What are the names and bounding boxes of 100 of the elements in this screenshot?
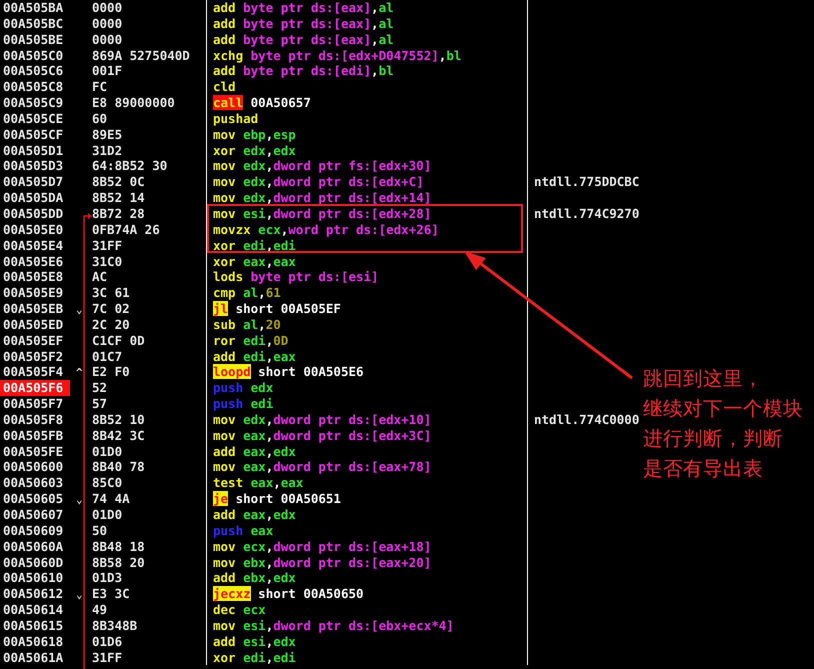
address-cell-text: 00A5060A [2, 538, 64, 555]
address-cell-text: 00A505C8 [2, 79, 64, 96]
hex-cell: 8B40 78 [92, 459, 145, 474]
hex-cell: 64:8B52 30 [92, 158, 168, 174]
instruction-cell: mov ebp,esp [213, 126, 296, 142]
instruction-cell: dec ecx [213, 602, 266, 618]
comment-cell: ntdll.775DDCBC [534, 174, 640, 190]
hex-cell: 8B348B [92, 618, 138, 633]
hex-cell: 01C7 [92, 348, 122, 364]
hex-cell: 7C 02 [92, 301, 130, 316]
hex-cell: 0000 [92, 16, 122, 31]
instruction-cell: mov edx,dword ptr ds:[edx+10] [213, 412, 432, 427]
instruction-cell: mov edx,dword ptr ds:[edx+C] [213, 174, 424, 190]
address-cell-text: 00A505C6 [2, 63, 64, 80]
instruction-cell: add byte ptr ds:[eax],al [213, 32, 394, 47]
address-cell-text: 00A50600 [2, 459, 64, 476]
address-cell-text: 00A505C0 [2, 48, 64, 64]
address-cell-text: 00A505D7 [2, 174, 64, 190]
hex-cell: 2C 20 [92, 316, 130, 332]
address-cell-text: 00A505CF [2, 126, 64, 143]
address-cell-text: 00A505FE [2, 444, 64, 460]
comment-cell: ntdll.774C0000 [534, 412, 640, 427]
address-cell-text: 00A50618 [2, 634, 64, 650]
instruction-cell: push edx [213, 380, 274, 396]
hex-cell: 01D6 [92, 634, 122, 649]
instruction-cell: call 00A50657 [213, 95, 311, 110]
instruction-cell: push eax [213, 522, 274, 538]
instruction-cell: xchg byte ptr ds:[edx+D047552],bl [213, 48, 462, 63]
address-cell-text: 00A505FB [2, 428, 64, 444]
address-cell-text: 00A505F2 [2, 348, 64, 364]
instruction-cell: xor edx,edx [213, 142, 296, 158]
address-cell-text: 00A505DA [2, 190, 64, 206]
instruction-cell: add byte ptr ds:[eax],al [213, 16, 394, 31]
instruction-cell: add esi,edx [213, 634, 296, 649]
hex-cell: 001F [92, 63, 122, 78]
instruction-cell: cld [213, 79, 236, 94]
address-cell-text: 00A505E9 [2, 285, 64, 302]
hex-cell: 3C 61 [92, 285, 130, 300]
address-cell-text: 00A5061A [2, 650, 64, 666]
address-cell-text: 00A505BC [2, 16, 64, 32]
hex-cell: 57 [92, 396, 108, 412]
instruction-cell: mov eax,dword ptr ds:[eax+78] [213, 459, 432, 474]
address-cell-text: 00A505D3 [2, 158, 64, 174]
address-cell: 00A505F6 [0, 380, 70, 396]
instruction-cell: mov esi,dword ptr ds:[ebx+ecx*4] [213, 618, 454, 633]
instruction-cell: sub al,20 [213, 316, 281, 332]
address-cell-text: 00A505CE [2, 110, 64, 127]
instruction-cell: add eax,edx [213, 444, 296, 459]
hex-cell: 8B52 14 [92, 190, 145, 206]
instruction-cell: movzx ecx,word ptr ds:[edx+26] [213, 222, 439, 237]
hex-cell: 89E5 [92, 126, 122, 142]
hex-cell: 0000 [92, 0, 122, 15]
address-cell-text: 00A50607 [2, 507, 64, 523]
address-cell-text: 00A505ED [2, 316, 64, 333]
instruction-cell: mov esi,dword ptr ds:[edx+28] [213, 206, 432, 221]
hex-cell: 8B52 10 [92, 412, 145, 427]
hex-cell: 60 [92, 110, 108, 126]
hex-cell: 0000 [92, 32, 122, 47]
address-cell-text: 00A50615 [2, 618, 64, 634]
address-cell-text: 00A5060D [2, 554, 64, 570]
address-cell-text: 00A50610 [2, 570, 64, 586]
address-cell-text: 00A505EB [2, 301, 64, 318]
instruction-cell: mov ebx,dword ptr ds:[eax+20] [213, 554, 432, 570]
hex-cell: 8B52 0C [92, 174, 145, 190]
annotation-text: 是否有导出表 [643, 456, 763, 482]
address-cell-text: 00A505F8 [2, 412, 64, 428]
comment-cell: ntdll.774C9270 [534, 206, 640, 221]
hex-cell: 869A 5275040D [92, 48, 190, 63]
address-cell-text: 00A50614 [2, 602, 64, 618]
instruction-cell: pushad [213, 110, 258, 126]
hex-cell: 01D0 [92, 507, 122, 522]
hex-cell: 31FF [92, 238, 122, 253]
instruction-cell: add eax,edx [213, 507, 296, 522]
annotation-text: 进行判断，判断 [643, 426, 783, 452]
instruction-cell: loopd short 00A505E6 [213, 364, 364, 380]
hex-cell: 31D2 [92, 142, 122, 158]
instruction-cell: xor edi,edi [213, 650, 296, 665]
hex-cell: 01D3 [92, 570, 122, 586]
address-cell-text: 00A505EF [2, 332, 64, 349]
address-cell-text: 00A505E6 [2, 254, 64, 270]
hex-cell: 0FB74A 26 [92, 222, 160, 237]
instruction-cell: add byte ptr ds:[edi],bl [213, 63, 394, 78]
address-cell-text: 00A505DD [2, 206, 64, 222]
jump-direction-mark: ⌄ [75, 303, 83, 316]
hex-cell: AC [92, 269, 108, 284]
instruction-cell: cmp al,61 [213, 285, 281, 300]
hex-cell: 8B72 28 [92, 206, 145, 221]
instruction-cell: mov eax,dword ptr ds:[edx+3C] [213, 428, 432, 443]
hex-cell: 50 [92, 522, 108, 538]
hex-cell: 8B42 3C [92, 428, 145, 443]
instruction-cell: xor eax,eax [213, 254, 296, 268]
instruction-cell: jecxz short 00A50650 [213, 586, 364, 602]
address-cell-text: 00A50605 [2, 491, 64, 508]
address-cell-text: 00A505BA [2, 0, 64, 16]
annotation-text: 跳回到这里， [643, 366, 763, 392]
jump-direction-mark: ⌄ [75, 588, 83, 602]
address-cell-text: 00A505F4 [2, 364, 64, 382]
address-cell-text: 00A50609 [2, 522, 64, 539]
address-cell-text: 00A50603 [2, 475, 64, 492]
instruction-cell: add ebx,edx [213, 570, 296, 586]
